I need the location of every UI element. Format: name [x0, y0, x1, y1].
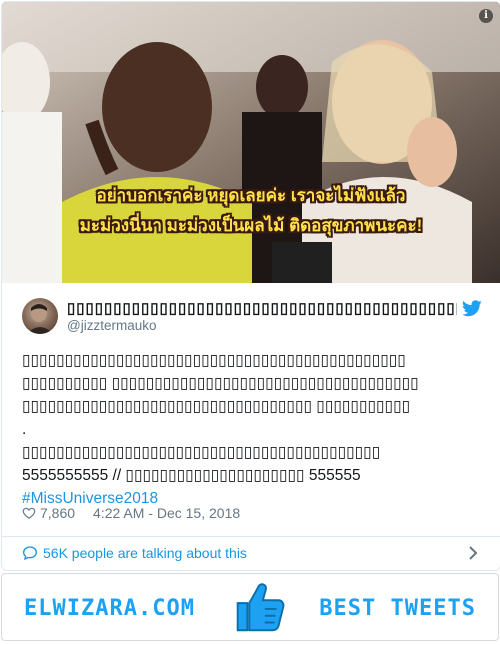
conversation-label[interactable]: 56K people are talking about this: [43, 545, 247, 561]
tweet-video-media[interactable]: อย่าบอกเราค่ะ หยุดเลยค่ะ เราจะไม่ฟังแล้ว…: [2, 2, 500, 283]
tweet-text-line: ▯▯▯▯▯▯▯▯▯▯ ▯▯▯▯▯▯▯▯▯▯▯▯▯▯▯▯▯▯▯▯▯▯▯▯▯▯▯▯▯…: [22, 375, 419, 392]
author-display-name[interactable]: ▯▯▯▯▯▯▯▯▯▯▯▯▯▯▯▯▯▯▯▯▯▯▯▯▯▯▯▯▯▯▯▯▯▯▯▯▯▯▯▯…: [67, 299, 457, 317]
site-brand: ELWIZARA.COM: [24, 596, 195, 621]
speech-bubble-icon: [22, 546, 38, 561]
tweet-meta: 7,860 4:22 AM - Dec 15, 2018: [22, 505, 240, 521]
video-subtitle-line-2: มะม่วงนี่นา มะม่วงเป็นผลไม้ ติดอสุขภาพนะ…: [79, 216, 423, 235]
tweet-timestamp[interactable]: 4:22 AM - Dec 15, 2018: [93, 505, 240, 521]
tweet-text-line: 5555555555 // ▯▯▯▯▯▯▯▯▯▯▯▯▯▯▯▯▯▯▯▯▯ 5555…: [22, 467, 361, 484]
tweet-text-line: ▯▯▯▯▯▯▯▯▯▯▯▯▯▯▯▯▯▯▯▯▯▯▯▯▯▯▯▯▯▯▯▯▯▯▯▯▯▯▯▯…: [22, 444, 381, 461]
video-subtitle-line-1: อย่าบอกเราค่ะ หยุดเลยค่ะ เราจะไม่ฟังแล้ว: [96, 186, 406, 205]
author-handle[interactable]: @jizztermauko: [67, 318, 156, 333]
like-count[interactable]: 7,860: [40, 505, 75, 521]
tweet-header: ▯▯▯▯▯▯▯▯▯▯▯▯▯▯▯▯▯▯▯▯▯▯▯▯▯▯▯▯▯▯▯▯▯▯▯▯▯▯▯▯…: [22, 298, 482, 334]
tweet-text-line: .: [22, 421, 27, 438]
site-banner[interactable]: ELWIZARA.COM BEST TWEETS: [1, 573, 499, 641]
avatar[interactable]: [22, 298, 58, 334]
avatar-face-icon: [27, 304, 53, 334]
tweet-embed-card[interactable]: อย่าบอกเราค่ะ หยุดเลยค่ะ เราจะไม่ฟังแล้ว…: [1, 1, 500, 571]
heart-icon[interactable]: [22, 506, 36, 520]
tweet-text: ▯▯▯▯▯▯▯▯▯▯▯▯▯▯▯▯▯▯▯▯▯▯▯▯▯▯▯▯▯▯▯▯▯▯▯▯▯▯▯▯…: [22, 349, 482, 510]
video-frame-illustration: [2, 2, 500, 283]
site-tagline: BEST TWEETS: [319, 596, 476, 621]
twitter-bird-icon[interactable]: [462, 300, 482, 317]
divider: [2, 536, 500, 537]
thumbs-up-icon: [236, 583, 285, 632]
tweet-text-line: ▯▯▯▯▯▯▯▯▯▯▯▯▯▯▯▯▯▯▯▯▯▯▯▯▯▯▯▯▯▯▯▯▯▯ ▯▯▯▯▯…: [22, 398, 411, 415]
info-icon[interactable]: i: [479, 9, 493, 23]
conversation-link[interactable]: 56K people are talking about this: [22, 545, 247, 561]
chevron-right-icon[interactable]: [468, 546, 478, 560]
tweet-text-line: ▯▯▯▯▯▯▯▯▯▯▯▯▯▯▯▯▯▯▯▯▯▯▯▯▯▯▯▯▯▯▯▯▯▯▯▯▯▯▯▯…: [22, 352, 406, 369]
